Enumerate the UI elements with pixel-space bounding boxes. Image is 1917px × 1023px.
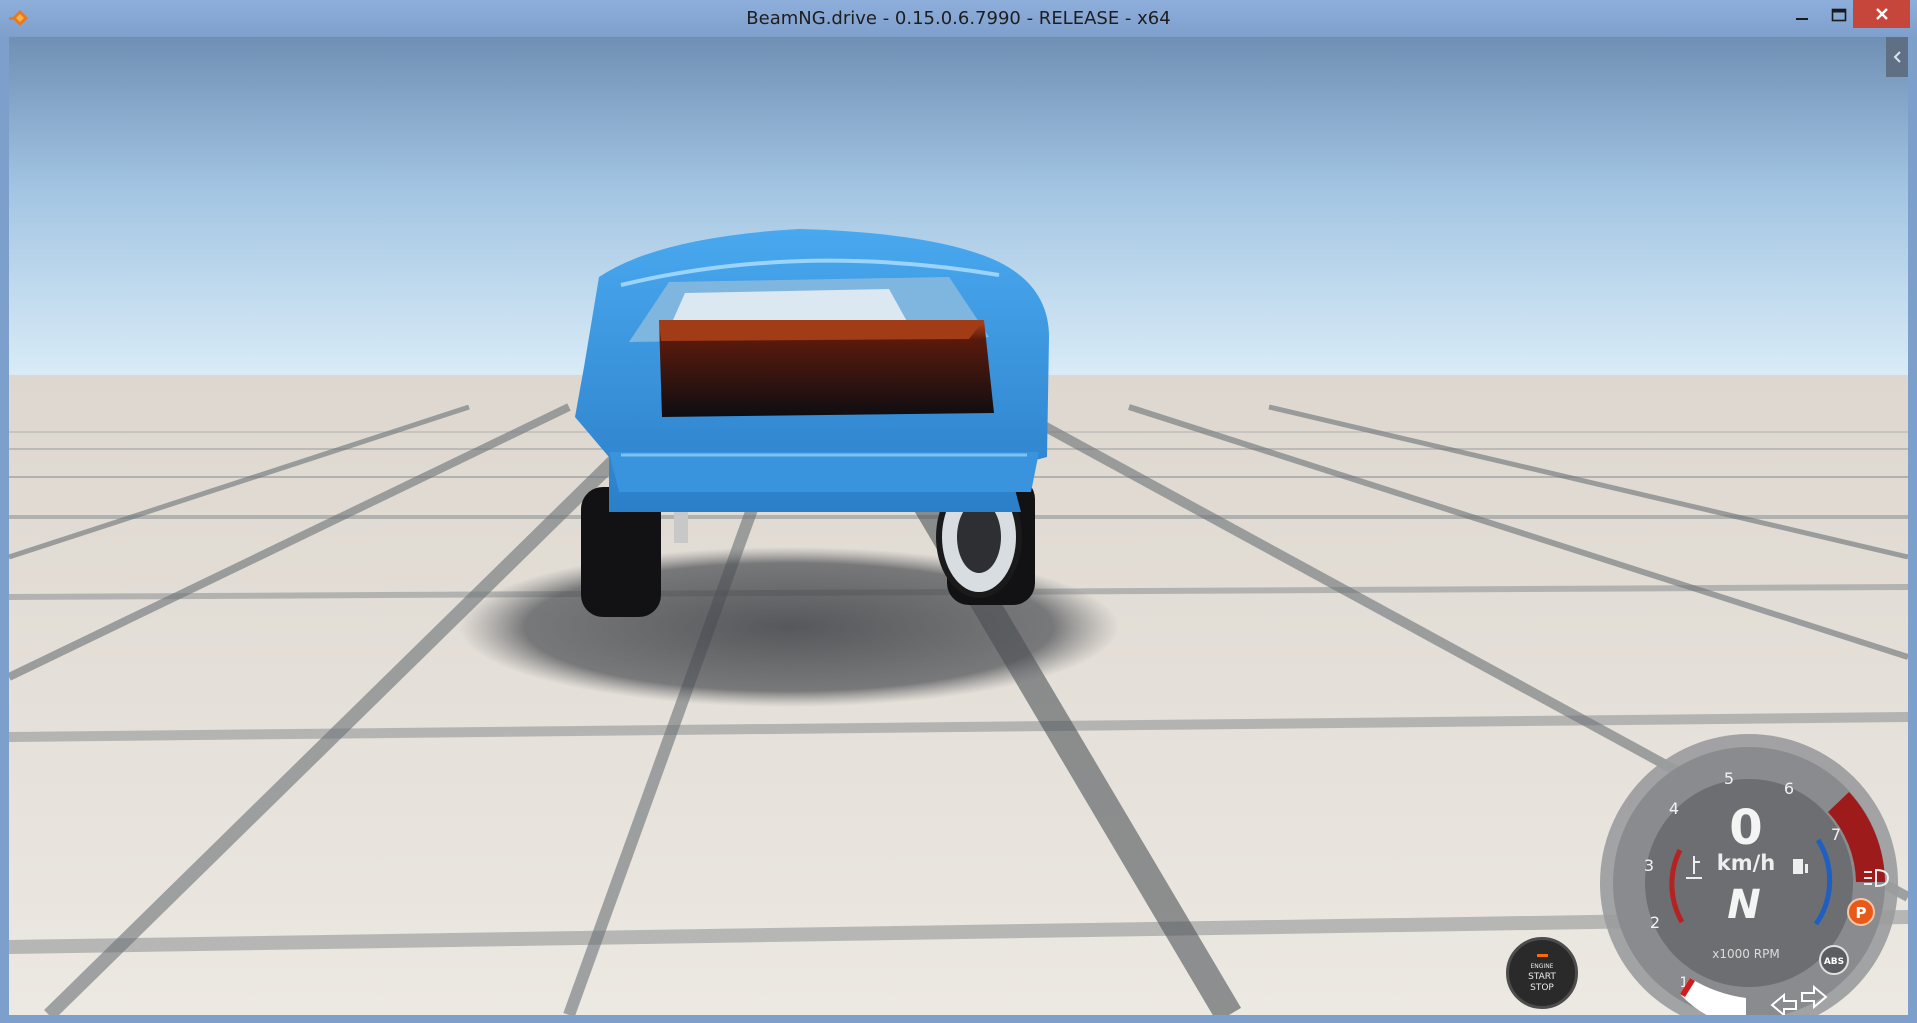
game-window: BeamNG.drive - 0.15.0.6.7990 - RELEASE -…: [0, 0, 1917, 1023]
close-icon: [1875, 8, 1888, 20]
engine-button-line2: START: [1528, 972, 1556, 982]
speed-readout: 0: [1729, 800, 1762, 856]
collapse-chevron-icon: [1893, 51, 1901, 63]
minimize-icon: [1796, 18, 1808, 20]
maximize-button[interactable]: [1822, 0, 1856, 30]
rpm-unit: x1000 RPM: [1712, 947, 1779, 961]
speed-unit: km/h: [1717, 851, 1775, 875]
minimize-button[interactable]: [1787, 0, 1817, 30]
rpm-tick-4: 4: [1669, 799, 1679, 818]
title-bar[interactable]: BeamNG.drive - 0.15.0.6.7990 - RELEASE -…: [0, 0, 1917, 36]
rpm-tick-2: 2: [1650, 913, 1660, 932]
game-viewport[interactable]: 1 2 3 4 5 6 7 0 km/h N x1000 RPM P ABS E…: [9, 37, 1908, 1015]
engine-led: [1537, 954, 1548, 957]
maximize-icon: [1831, 8, 1847, 22]
rpm-tick-5: 5: [1724, 769, 1734, 788]
engine-button-line3: STOP: [1530, 983, 1554, 993]
side-panel-toggle[interactable]: [1886, 37, 1908, 77]
engine-start-stop-button[interactable]: ENGINE START STOP: [1506, 937, 1578, 1009]
abs-label: ABS: [1824, 957, 1844, 967]
close-button[interactable]: [1853, 0, 1910, 28]
engine-button-line1: ENGINE: [1530, 963, 1554, 970]
window-title: BeamNG.drive - 0.15.0.6.7990 - RELEASE -…: [746, 8, 1171, 29]
gear-indicator: N: [1727, 882, 1760, 928]
dashboard-gauge: 1 2 3 4 5 6 7 0 km/h N x1000 RPM P ABS: [1600, 734, 1898, 1015]
parking-brake-label: P: [1856, 904, 1867, 922]
rpm-tick-6: 6: [1784, 779, 1794, 798]
rpm-tick-3: 3: [1644, 856, 1654, 875]
rpm-tick-7: 7: [1831, 825, 1841, 844]
